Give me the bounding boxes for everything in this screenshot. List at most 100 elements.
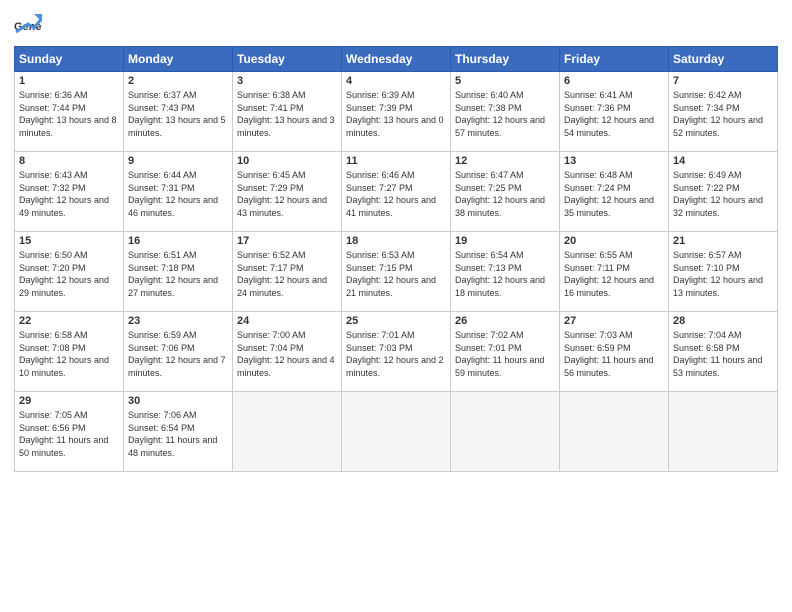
calendar-cell: 23 Sunrise: 6:59 AM Sunset: 7:06 PM Dayl… (124, 312, 233, 392)
calendar-body: 1 Sunrise: 6:36 AM Sunset: 7:44 PM Dayli… (15, 72, 778, 472)
day-number: 11 (346, 155, 446, 167)
day-detail: Sunrise: 6:52 AM Sunset: 7:17 PM Dayligh… (237, 249, 337, 299)
day-detail: Sunrise: 6:44 AM Sunset: 7:31 PM Dayligh… (128, 169, 228, 219)
calendar-cell: 16 Sunrise: 6:51 AM Sunset: 7:18 PM Dayl… (124, 232, 233, 312)
day-number: 27 (564, 315, 664, 327)
day-detail: Sunrise: 6:40 AM Sunset: 7:38 PM Dayligh… (455, 89, 555, 139)
day-header-tuesday: Tuesday (233, 47, 342, 72)
calendar-cell: 10 Sunrise: 6:45 AM Sunset: 7:29 PM Dayl… (233, 152, 342, 232)
day-number: 21 (673, 235, 773, 247)
day-detail: Sunrise: 6:38 AM Sunset: 7:41 PM Dayligh… (237, 89, 337, 139)
calendar-header-row: SundayMondayTuesdayWednesdayThursdayFrid… (15, 47, 778, 72)
day-detail: Sunrise: 6:41 AM Sunset: 7:36 PM Dayligh… (564, 89, 664, 139)
week-row-4: 22 Sunrise: 6:58 AM Sunset: 7:08 PM Dayl… (15, 312, 778, 392)
day-number: 25 (346, 315, 446, 327)
calendar-cell (669, 392, 778, 472)
day-detail: Sunrise: 7:03 AM Sunset: 6:59 PM Dayligh… (564, 329, 664, 379)
header: General (14, 10, 778, 38)
calendar-cell: 9 Sunrise: 6:44 AM Sunset: 7:31 PM Dayli… (124, 152, 233, 232)
calendar-cell: 20 Sunrise: 6:55 AM Sunset: 7:11 PM Dayl… (560, 232, 669, 312)
calendar-cell (342, 392, 451, 472)
day-detail: Sunrise: 6:50 AM Sunset: 7:20 PM Dayligh… (19, 249, 119, 299)
day-number: 17 (237, 235, 337, 247)
day-header-sunday: Sunday (15, 47, 124, 72)
day-number: 23 (128, 315, 228, 327)
day-number: 14 (673, 155, 773, 167)
day-detail: Sunrise: 7:02 AM Sunset: 7:01 PM Dayligh… (455, 329, 555, 379)
day-number: 6 (564, 75, 664, 87)
calendar-cell: 22 Sunrise: 6:58 AM Sunset: 7:08 PM Dayl… (15, 312, 124, 392)
day-header-wednesday: Wednesday (342, 47, 451, 72)
day-detail: Sunrise: 6:45 AM Sunset: 7:29 PM Dayligh… (237, 169, 337, 219)
day-number: 12 (455, 155, 555, 167)
day-detail: Sunrise: 6:39 AM Sunset: 7:39 PM Dayligh… (346, 89, 446, 139)
week-row-2: 8 Sunrise: 6:43 AM Sunset: 7:32 PM Dayli… (15, 152, 778, 232)
day-number: 28 (673, 315, 773, 327)
day-number: 5 (455, 75, 555, 87)
calendar-cell: 29 Sunrise: 7:05 AM Sunset: 6:56 PM Dayl… (15, 392, 124, 472)
calendar-cell: 17 Sunrise: 6:52 AM Sunset: 7:17 PM Dayl… (233, 232, 342, 312)
calendar-cell: 8 Sunrise: 6:43 AM Sunset: 7:32 PM Dayli… (15, 152, 124, 232)
day-header-monday: Monday (124, 47, 233, 72)
day-number: 1 (19, 75, 119, 87)
calendar-cell: 26 Sunrise: 7:02 AM Sunset: 7:01 PM Dayl… (451, 312, 560, 392)
day-detail: Sunrise: 6:46 AM Sunset: 7:27 PM Dayligh… (346, 169, 446, 219)
calendar-cell: 4 Sunrise: 6:39 AM Sunset: 7:39 PM Dayli… (342, 72, 451, 152)
calendar-cell: 1 Sunrise: 6:36 AM Sunset: 7:44 PM Dayli… (15, 72, 124, 152)
calendar-cell: 14 Sunrise: 6:49 AM Sunset: 7:22 PM Dayl… (669, 152, 778, 232)
day-header-thursday: Thursday (451, 47, 560, 72)
day-number: 26 (455, 315, 555, 327)
calendar-cell (451, 392, 560, 472)
calendar-cell: 7 Sunrise: 6:42 AM Sunset: 7:34 PM Dayli… (669, 72, 778, 152)
day-detail: Sunrise: 6:53 AM Sunset: 7:15 PM Dayligh… (346, 249, 446, 299)
day-number: 16 (128, 235, 228, 247)
day-number: 2 (128, 75, 228, 87)
day-number: 8 (19, 155, 119, 167)
day-number: 15 (19, 235, 119, 247)
day-detail: Sunrise: 6:43 AM Sunset: 7:32 PM Dayligh… (19, 169, 119, 219)
calendar-cell: 28 Sunrise: 7:04 AM Sunset: 6:58 PM Dayl… (669, 312, 778, 392)
day-number: 29 (19, 395, 119, 407)
day-number: 4 (346, 75, 446, 87)
calendar-cell: 25 Sunrise: 7:01 AM Sunset: 7:03 PM Dayl… (342, 312, 451, 392)
calendar-cell: 11 Sunrise: 6:46 AM Sunset: 7:27 PM Dayl… (342, 152, 451, 232)
calendar-cell: 2 Sunrise: 6:37 AM Sunset: 7:43 PM Dayli… (124, 72, 233, 152)
day-detail: Sunrise: 7:05 AM Sunset: 6:56 PM Dayligh… (19, 409, 119, 459)
day-detail: Sunrise: 7:00 AM Sunset: 7:04 PM Dayligh… (237, 329, 337, 379)
day-number: 13 (564, 155, 664, 167)
day-detail: Sunrise: 6:55 AM Sunset: 7:11 PM Dayligh… (564, 249, 664, 299)
day-detail: Sunrise: 6:51 AM Sunset: 7:18 PM Dayligh… (128, 249, 228, 299)
page-container: General SundayMondayTuesdayWednesdayThur… (0, 0, 792, 482)
calendar-cell: 3 Sunrise: 6:38 AM Sunset: 7:41 PM Dayli… (233, 72, 342, 152)
week-row-1: 1 Sunrise: 6:36 AM Sunset: 7:44 PM Dayli… (15, 72, 778, 152)
calendar-table: SundayMondayTuesdayWednesdayThursdayFrid… (14, 46, 778, 472)
day-detail: Sunrise: 6:54 AM Sunset: 7:13 PM Dayligh… (455, 249, 555, 299)
day-number: 24 (237, 315, 337, 327)
day-number: 7 (673, 75, 773, 87)
calendar-cell: 12 Sunrise: 6:47 AM Sunset: 7:25 PM Dayl… (451, 152, 560, 232)
calendar-cell: 19 Sunrise: 6:54 AM Sunset: 7:13 PM Dayl… (451, 232, 560, 312)
calendar-cell: 6 Sunrise: 6:41 AM Sunset: 7:36 PM Dayli… (560, 72, 669, 152)
day-detail: Sunrise: 6:49 AM Sunset: 7:22 PM Dayligh… (673, 169, 773, 219)
day-number: 9 (128, 155, 228, 167)
day-detail: Sunrise: 6:37 AM Sunset: 7:43 PM Dayligh… (128, 89, 228, 139)
calendar-cell: 15 Sunrise: 6:50 AM Sunset: 7:20 PM Dayl… (15, 232, 124, 312)
day-header-saturday: Saturday (669, 47, 778, 72)
week-row-5: 29 Sunrise: 7:05 AM Sunset: 6:56 PM Dayl… (15, 392, 778, 472)
day-number: 22 (19, 315, 119, 327)
calendar-cell: 21 Sunrise: 6:57 AM Sunset: 7:10 PM Dayl… (669, 232, 778, 312)
day-detail: Sunrise: 6:36 AM Sunset: 7:44 PM Dayligh… (19, 89, 119, 139)
day-detail: Sunrise: 6:48 AM Sunset: 7:24 PM Dayligh… (564, 169, 664, 219)
day-number: 18 (346, 235, 446, 247)
day-detail: Sunrise: 6:47 AM Sunset: 7:25 PM Dayligh… (455, 169, 555, 219)
day-detail: Sunrise: 6:58 AM Sunset: 7:08 PM Dayligh… (19, 329, 119, 379)
week-row-3: 15 Sunrise: 6:50 AM Sunset: 7:20 PM Dayl… (15, 232, 778, 312)
day-header-friday: Friday (560, 47, 669, 72)
day-detail: Sunrise: 6:57 AM Sunset: 7:10 PM Dayligh… (673, 249, 773, 299)
day-detail: Sunrise: 7:06 AM Sunset: 6:54 PM Dayligh… (128, 409, 228, 459)
day-detail: Sunrise: 7:01 AM Sunset: 7:03 PM Dayligh… (346, 329, 446, 379)
calendar-cell (560, 392, 669, 472)
day-detail: Sunrise: 6:59 AM Sunset: 7:06 PM Dayligh… (128, 329, 228, 379)
day-number: 3 (237, 75, 337, 87)
day-number: 20 (564, 235, 664, 247)
